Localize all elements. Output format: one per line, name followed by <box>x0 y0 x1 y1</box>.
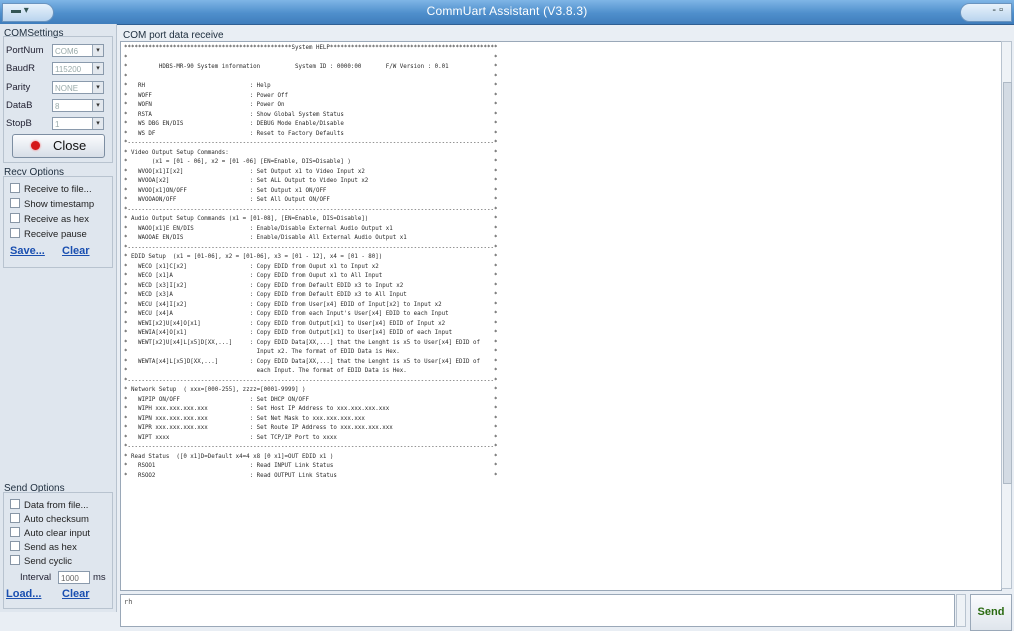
window-controls[interactable]: - ▫ <box>960 3 1012 22</box>
baud-select[interactable]: 115200 ▾ <box>52 62 104 75</box>
chevron-down-icon: ▾ <box>92 82 103 93</box>
scrollbar-thumb[interactable] <box>1003 82 1012 484</box>
send-input[interactable]: rh <box>120 594 955 627</box>
databits-label: DataB <box>6 100 33 111</box>
chevron-down-icon: ▾ <box>92 63 103 74</box>
title-bar: ▬ ▾ CommUart Assistant (V3.8.3) - ▫ <box>0 0 1014 25</box>
chevron-down-icon: ▾ <box>92 45 103 56</box>
interval-unit: ms <box>93 572 106 583</box>
checkbox-icon <box>10 499 20 509</box>
port-select[interactable]: COM6 ▾ <box>52 44 104 57</box>
receive-area-title: COM port data receive <box>123 30 224 41</box>
send-as-hex-checkbox[interactable]: Send as hex <box>10 541 77 553</box>
checkbox-icon <box>10 541 20 551</box>
checkbox-icon <box>10 213 20 223</box>
checkbox-icon <box>10 555 20 565</box>
send-button[interactable]: Send <box>970 594 1012 631</box>
receive-console-text: ****************************************… <box>124 45 498 479</box>
data-from-file-checkbox[interactable]: Data from file... <box>10 499 88 511</box>
interval-input[interactable]: 1000 <box>58 571 90 584</box>
parity-select[interactable]: NONE ▾ <box>52 81 104 94</box>
checkbox-icon <box>10 183 20 193</box>
minimize-restore-icon: - ▫ <box>992 4 1003 16</box>
receive-scrollbar[interactable] <box>1001 41 1012 589</box>
interval-label: Interval <box>20 572 52 583</box>
auto-checksum-checkbox[interactable]: Auto checksum <box>10 513 89 525</box>
recv-save-link[interactable]: Save... <box>10 245 45 257</box>
main-area: COM port data receive ******************… <box>117 24 1014 631</box>
checkbox-icon <box>10 527 20 537</box>
auto-clear-input-checkbox[interactable]: Auto clear input <box>10 527 90 539</box>
checkbox-icon <box>10 198 20 208</box>
stopbits-select[interactable]: 1 ▾ <box>52 117 104 130</box>
close-port-button[interactable]: Close <box>12 134 105 158</box>
parity-label: Parity <box>6 82 31 93</box>
send-clear-link[interactable]: Clear <box>62 588 90 600</box>
stopbits-label: StopB <box>6 118 32 129</box>
baud-label: BaudR <box>6 63 36 74</box>
show-timestamp-checkbox[interactable]: Show timestamp <box>10 198 94 210</box>
send-scrollbar[interactable] <box>956 594 966 627</box>
send-cyclic-checkbox[interactable]: Send cyclic <box>10 555 72 567</box>
recv-clear-link[interactable]: Clear <box>62 245 90 257</box>
chevron-down-icon: ▾ <box>92 118 103 129</box>
databits-select[interactable]: 8 ▾ <box>52 99 104 112</box>
window-title: CommUart Assistant (V3.8.3) <box>426 4 588 18</box>
port-status-icon <box>31 141 40 150</box>
receive-textarea[interactable]: ****************************************… <box>120 41 1002 591</box>
receive-pause-checkbox[interactable]: Receive pause <box>10 228 87 240</box>
port-label: PortNum <box>6 45 44 56</box>
checkbox-icon <box>10 513 20 523</box>
chevron-down-icon: ▾ <box>92 100 103 111</box>
receive-to-file-checkbox[interactable]: Receive to file... <box>10 183 92 195</box>
send-load-link[interactable]: Load... <box>6 588 41 600</box>
left-panel: COMSettings PortNum COM6 ▾ BaudR 115200 ▾ … <box>0 24 117 612</box>
receive-as-hex-checkbox[interactable]: Receive as hex <box>10 213 89 225</box>
checkbox-icon <box>10 228 20 238</box>
